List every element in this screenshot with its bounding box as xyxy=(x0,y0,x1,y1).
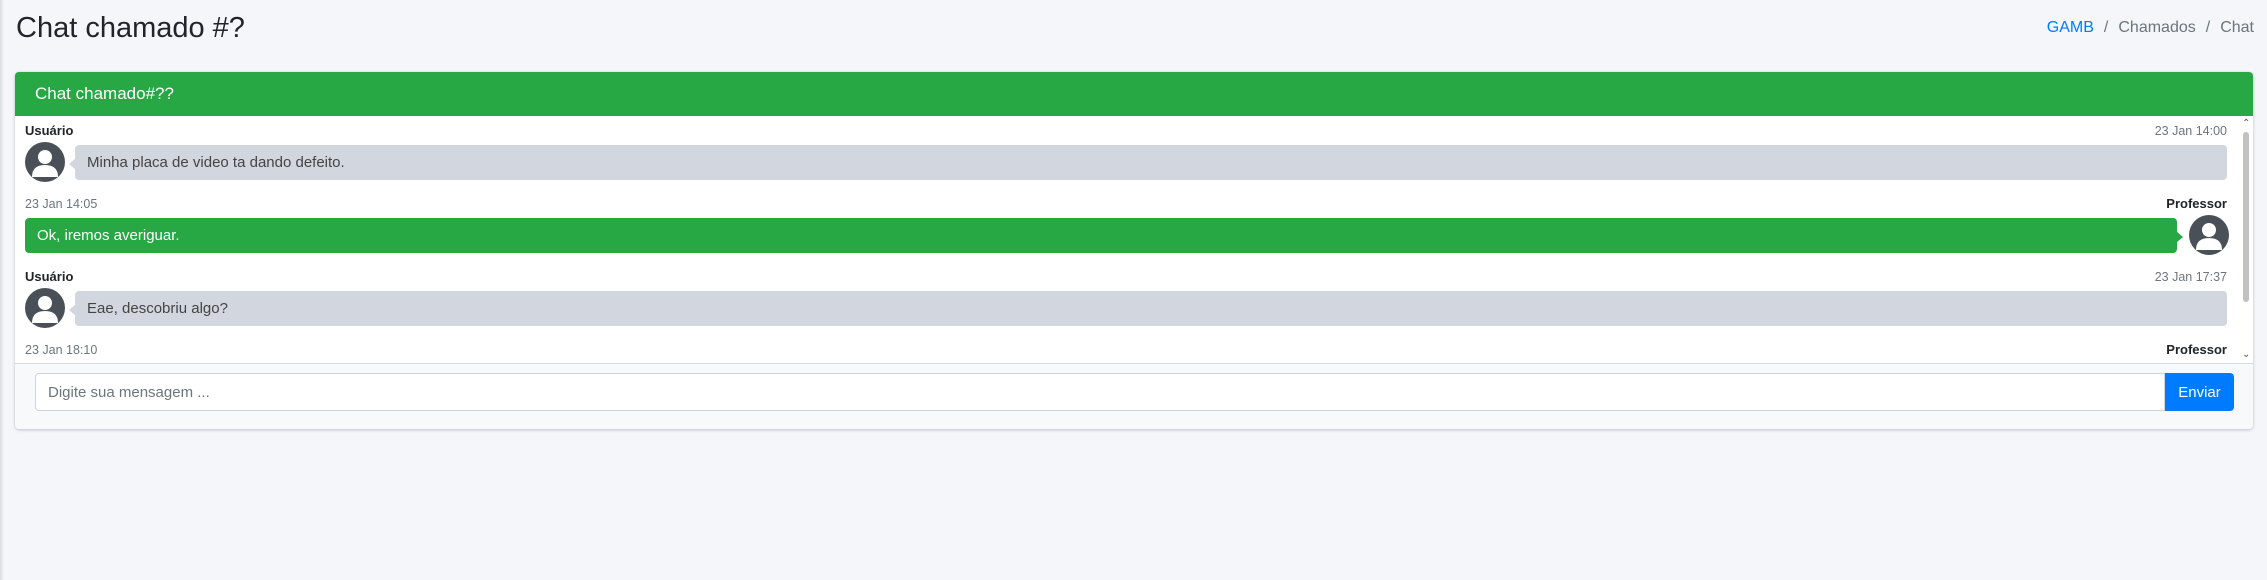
message-timestamp: 23 Jan 18:10 xyxy=(25,343,98,357)
messages-scrollbar[interactable]: ⌃ ⌄ xyxy=(2239,116,2253,363)
chat-message-user: Usuário 23 Jan 14:00 Minha placa de vide… xyxy=(25,123,2227,182)
user-avatar-icon xyxy=(25,142,65,182)
message-author: Professor xyxy=(2166,196,2227,211)
user-avatar-icon xyxy=(25,288,65,328)
breadcrumb-item-chat: Chat xyxy=(2220,19,2254,36)
chat-card-title: Chat chamado#?? xyxy=(35,84,174,103)
sidebar-edge xyxy=(0,0,4,580)
breadcrumb-home-link[interactable]: GAMB xyxy=(2047,19,2094,37)
chevron-down-icon[interactable]: ⌄ xyxy=(2242,350,2250,360)
chat-card: Chat chamado#?? Usuário 23 Jan 14:00 Min… xyxy=(15,72,2253,429)
message-timestamp: 23 Jan 14:05 xyxy=(25,197,98,211)
breadcrumb-item-chamados: Chamados xyxy=(2118,19,2196,36)
message-input[interactable] xyxy=(35,373,2165,411)
message-author: Usuário xyxy=(25,123,74,138)
send-button[interactable]: Enviar xyxy=(2165,373,2234,411)
professor-avatar-icon xyxy=(2189,215,2229,255)
message-bubble: Minha placa de video ta dando defeito. xyxy=(69,145,2227,180)
chat-card-header: Chat chamado#?? xyxy=(15,72,2253,116)
breadcrumb-separator: / xyxy=(2103,19,2109,36)
message-input-group: Enviar xyxy=(35,373,2234,411)
message-author: Professor xyxy=(2166,342,2227,357)
message-timestamp: 23 Jan 17:37 xyxy=(2154,270,2227,284)
message-bubble: Ok, iremos averiguar. xyxy=(25,218,2183,253)
chat-message-user: Usuário 23 Jan 17:37 Eae, descobriu algo… xyxy=(25,269,2227,328)
chevron-up-icon[interactable]: ⌃ xyxy=(2242,119,2250,129)
message-timestamp: 23 Jan 14:00 xyxy=(2154,124,2227,138)
message-bubble: Eae, descobriu algo? xyxy=(69,291,2227,326)
chat-message-professor: 23 Jan 14:05 Professor Ok, iremos averig… xyxy=(25,196,2229,255)
breadcrumb-separator: / xyxy=(2205,19,2211,36)
message-author: Usuário xyxy=(25,269,74,284)
page-title: Chat chamado #? xyxy=(16,12,245,44)
chat-messages[interactable]: Usuário 23 Jan 14:00 Minha placa de vide… xyxy=(15,116,2253,363)
chat-composer: Enviar xyxy=(15,363,2253,429)
breadcrumb: GAMB / Chamados / Chat xyxy=(2047,19,2254,37)
chat-message-professor: 23 Jan 18:10 Professor xyxy=(25,342,2227,360)
scrollbar-thumb[interactable] xyxy=(2243,132,2249,302)
